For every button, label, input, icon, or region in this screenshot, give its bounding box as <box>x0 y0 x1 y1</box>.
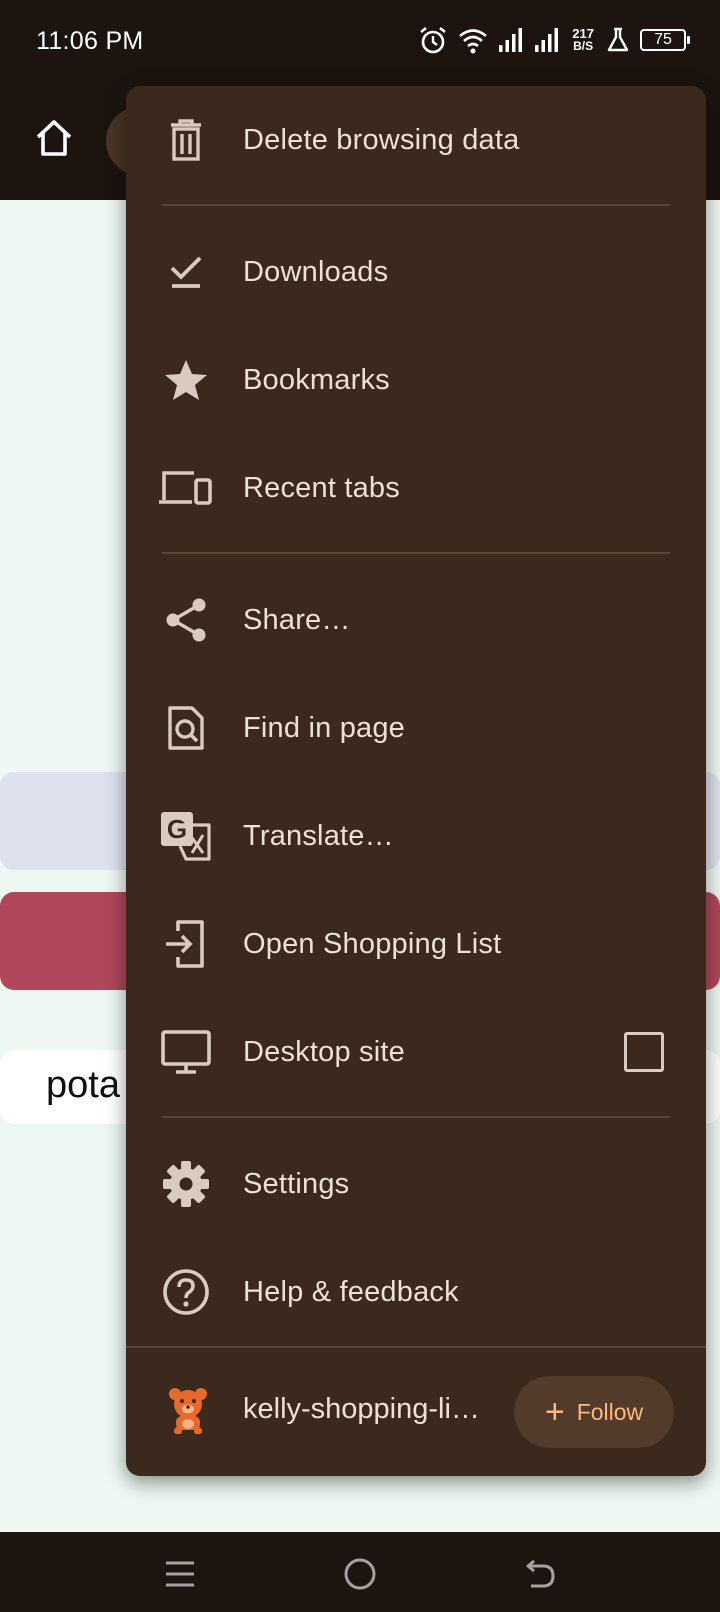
svg-text:G: G <box>167 814 187 844</box>
gear-icon <box>158 1156 214 1212</box>
circle-icon <box>344 1558 376 1590</box>
download-icon <box>158 244 214 300</box>
wifi-icon <box>459 29 488 54</box>
system-nav-bar <box>0 1532 720 1612</box>
menu-item-label: Bookmarks <box>243 363 390 396</box>
menu-item-share[interactable]: Share… <box>126 570 706 670</box>
menu-divider <box>162 204 670 206</box>
menu-item-label: Find in page <box>243 711 406 744</box>
menu-item-label: Downloads <box>243 255 389 288</box>
menu-item-help-feedback[interactable]: Help & feedback <box>126 1242 706 1342</box>
home-icon <box>36 120 72 156</box>
battery-indicator: 75 <box>640 29 690 51</box>
menu-item-label: Translate… <box>243 819 394 852</box>
clock: 11:06 PM <box>36 27 144 55</box>
back-button[interactable] <box>518 1554 562 1594</box>
find-in-page-icon <box>158 700 214 756</box>
menu-item-settings[interactable]: Settings <box>126 1134 706 1234</box>
menu-item-label: Desktop site <box>243 1035 405 1068</box>
signal-icon-2 <box>535 28 559 52</box>
plus-icon: + <box>544 1393 565 1431</box>
menu-item-desktop-site[interactable]: Desktop site <box>126 1002 706 1102</box>
menu-item-find-in-page[interactable]: Find in page <box>126 678 706 778</box>
status-bar: 11:06 PM 217 B/S 75 <box>0 0 720 84</box>
menu-item-downloads[interactable]: Downloads <box>126 222 706 322</box>
menu-item-label: Share… <box>243 603 351 636</box>
menu-item-recent-tabs[interactable]: Recent tabs <box>126 438 706 538</box>
open-in-icon <box>158 916 214 972</box>
alarm-icon <box>420 26 447 54</box>
overflow-menu: Delete browsing data Downloads Bookmarks <box>126 86 706 1476</box>
flask-icon <box>607 27 629 52</box>
net-speed: 217 B/S <box>572 27 594 53</box>
menu-divider <box>126 1346 706 1348</box>
signal-icon-1 <box>499 28 523 52</box>
home-button[interactable] <box>28 112 80 164</box>
menu-item-delete-browsing-data[interactable]: Delete browsing data <box>126 90 706 190</box>
share-icon <box>158 592 214 648</box>
monitor-icon <box>158 1024 214 1080</box>
translate-icon: G <box>158 808 214 864</box>
menu-item-label: Help & feedback <box>243 1275 459 1308</box>
follow-label: Follow <box>576 1398 644 1425</box>
status-icons: 217 B/S 75 <box>418 22 690 58</box>
net-speed-unit: B/S <box>573 39 594 53</box>
help-icon <box>158 1264 214 1320</box>
desktop-site-checkbox[interactable] <box>624 1032 664 1072</box>
star-icon <box>158 352 214 408</box>
devices-icon <box>158 460 214 516</box>
recents-button[interactable] <box>158 1554 202 1594</box>
menu-item-label: Delete browsing data <box>243 123 520 156</box>
menu-item-open-shopping-list[interactable]: Open Shopping List <box>126 894 706 994</box>
menu-divider <box>162 1116 670 1118</box>
home-nav-button[interactable] <box>338 1554 382 1594</box>
menu-item-label: Settings <box>243 1167 350 1200</box>
menu-item-label: Open Shopping List <box>243 927 502 960</box>
menu-icon <box>166 1561 194 1587</box>
site-name: kelly-shopping-li… <box>243 1393 480 1425</box>
list-item-text: pota <box>46 1064 120 1106</box>
menu-divider <box>162 552 670 554</box>
menu-item-bookmarks[interactable]: Bookmarks <box>126 330 706 430</box>
follow-button[interactable]: + Follow <box>514 1376 674 1448</box>
trash-icon <box>158 112 214 168</box>
bear-icon <box>166 1386 210 1435</box>
menu-item-translate[interactable]: G Translate… <box>126 786 706 886</box>
back-icon <box>526 1559 555 1588</box>
menu-item-label: Recent tabs <box>243 471 400 504</box>
